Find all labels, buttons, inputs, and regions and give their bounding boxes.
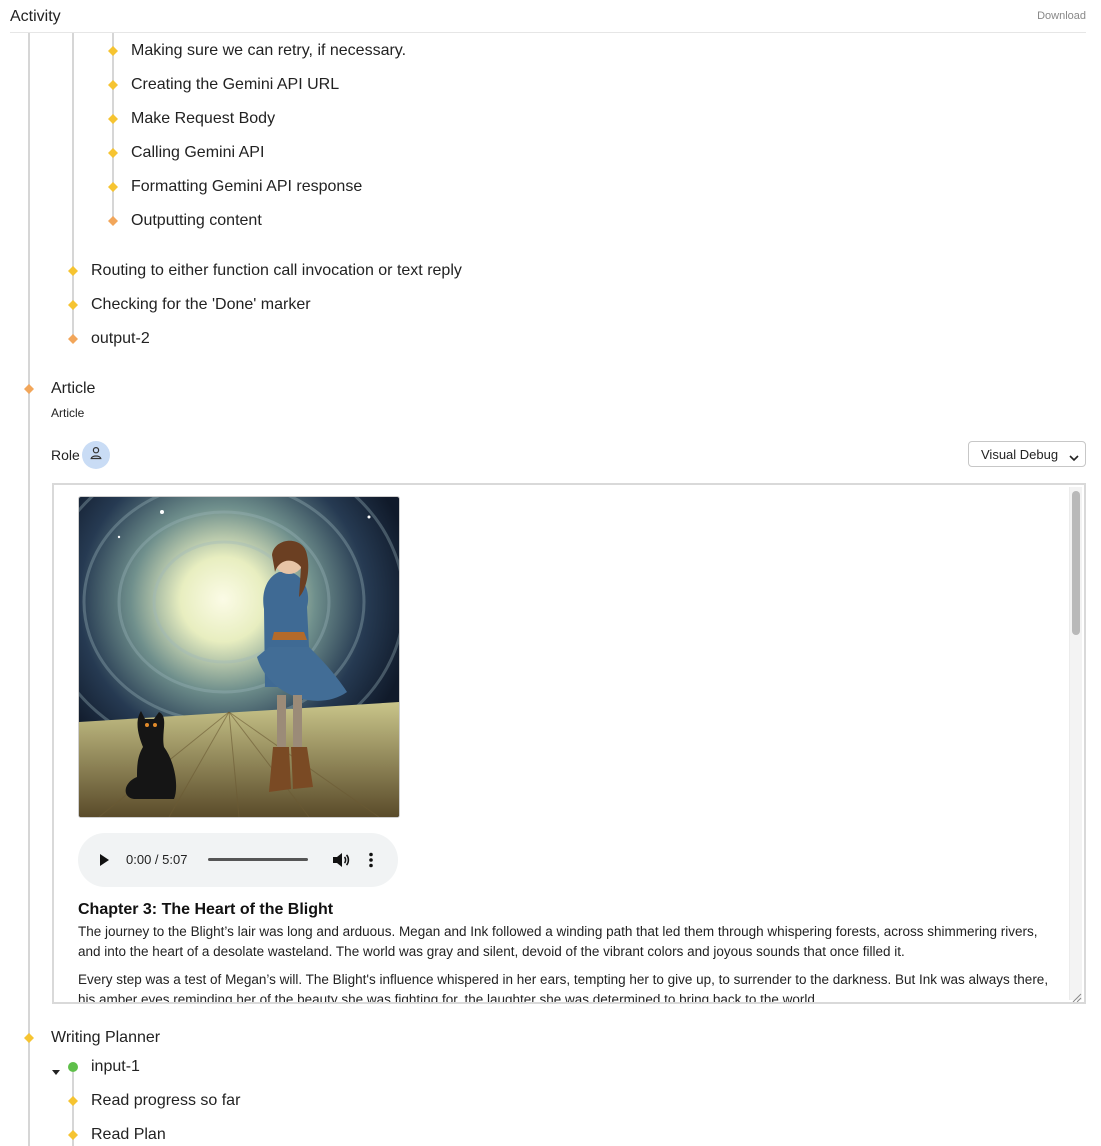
article-subtitle: Article [51,406,85,420]
status-dot-icon [24,384,34,394]
more-options-icon[interactable] [368,852,374,873]
role-button[interactable] [82,441,110,469]
audio-progress-track[interactable] [208,858,308,861]
activity-item[interactable]: Read progress so far [91,1092,240,1110]
article-title[interactable]: Article [51,380,95,398]
chapter-title: Chapter 3: The Heart of the Blight [78,901,334,918]
story-illustration [78,496,400,818]
timeline-line-level3 [112,33,114,225]
status-dot-icon [108,216,118,226]
status-dot-icon [68,300,78,310]
volume-icon[interactable] [332,852,350,873]
audio-time: 0:00 / 5:07 [126,852,188,867]
activity-item[interactable]: Formatting Gemini API response [131,178,362,196]
status-dot-icon [108,80,118,90]
article-paragraph: The journey to the Blight’s lair was lon… [78,924,1038,959]
role-label: Role [51,447,80,463]
timeline-line-level2 [72,33,74,343]
scrollbar-thumb[interactable] [1072,491,1080,635]
article-paragraph: Every step was a test of Megan’s will. T… [78,972,1049,1004]
status-dot-icon [68,334,78,344]
activity-item[interactable]: Routing to either function call invocati… [91,262,462,280]
status-dot-icon [108,46,118,56]
resize-handle-icon[interactable] [1072,990,1082,1002]
writing-planner-title[interactable]: Writing Planner [51,1029,160,1047]
activity-item[interactable]: Make Request Body [131,110,275,128]
status-dot-icon [68,1062,78,1072]
activity-item[interactable]: Calling Gemini API [131,144,264,162]
status-dot-icon [68,1096,78,1106]
chevron-down-icon [1069,450,1079,465]
view-mode-value: Visual Debug [981,447,1059,462]
chevron-down-icon[interactable] [52,1063,60,1081]
person-icon [89,446,103,465]
play-icon[interactable] [98,853,110,872]
status-dot-icon [24,1033,34,1043]
status-dot-icon [68,1130,78,1140]
download-link[interactable]: Download [1037,10,1086,22]
activity-item[interactable]: input-1 [91,1058,140,1076]
page-title: Activity [10,8,61,25]
view-mode-select[interactable]: Visual Debug [968,441,1086,467]
activity-item[interactable]: Creating the Gemini API URL [131,76,339,94]
timeline-line-outer [28,33,30,1146]
activity-header: Activity Download [10,0,1086,33]
status-dot-icon [108,182,118,192]
activity-item[interactable]: Checking for the 'Done' marker [91,296,311,314]
article-preview-frame[interactable]: 0:00 / 5:07 Chapter 3: The Heart of the … [52,483,1086,1004]
activity-item[interactable]: output-2 [91,330,150,348]
status-dot-icon [68,266,78,276]
status-dot-icon [108,114,118,124]
activity-item[interactable]: Outputting content [131,212,262,230]
activity-item[interactable]: Making sure we can retry, if necessary. [131,42,406,60]
audio-player[interactable]: 0:00 / 5:07 [78,833,398,887]
activity-item[interactable]: Read Plan [91,1126,166,1144]
status-dot-icon [108,148,118,158]
